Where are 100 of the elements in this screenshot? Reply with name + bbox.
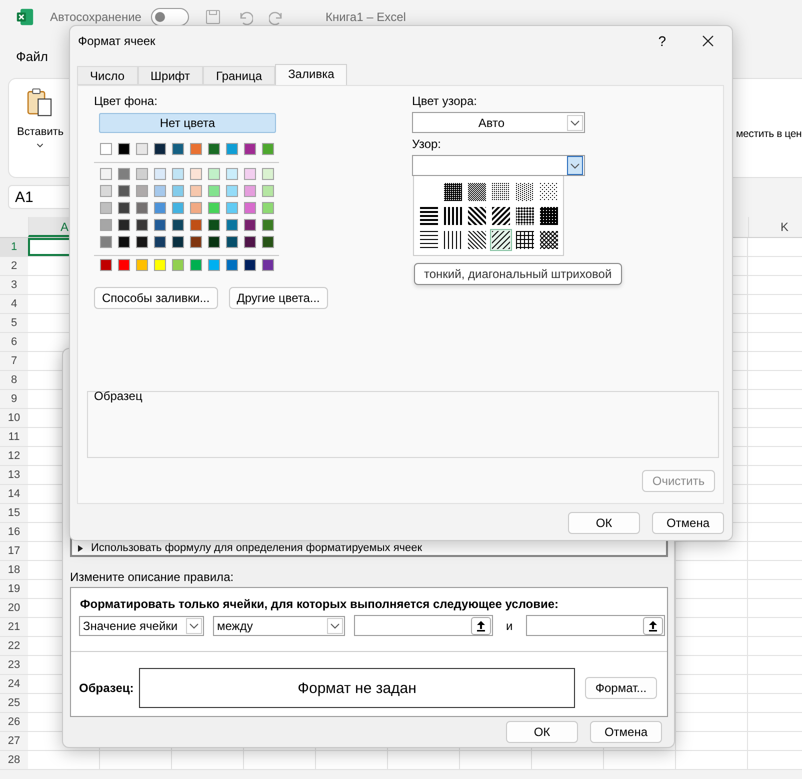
color-swatch[interactable] [154, 168, 166, 180]
no-color-button[interactable]: Нет цвета [99, 113, 276, 133]
color-swatch[interactable] [118, 202, 130, 214]
row-number[interactable]: 25 [0, 694, 28, 712]
color-swatch[interactable] [136, 185, 148, 197]
color-swatch[interactable] [208, 202, 220, 214]
row-number[interactable]: 28 [0, 751, 28, 769]
color-swatch[interactable] [262, 219, 274, 231]
color-swatch[interactable] [172, 219, 184, 231]
pattern-option[interactable] [514, 205, 536, 227]
tab[interactable]: Граница [203, 66, 276, 85]
row-number[interactable]: 8 [0, 371, 28, 389]
tab[interactable]: Шрифт [138, 66, 203, 85]
row-number[interactable]: 18 [0, 561, 28, 579]
color-swatch[interactable] [100, 168, 112, 180]
value-field[interactable] [526, 615, 665, 636]
dialog-button[interactable]: ОК [568, 512, 640, 534]
color-swatch[interactable] [190, 219, 202, 231]
paste-button[interactable]: Вставить [9, 79, 68, 148]
color-swatch[interactable] [100, 202, 112, 214]
color-swatch[interactable] [244, 236, 256, 248]
color-swatch[interactable] [136, 143, 148, 155]
dialog-button[interactable]: ОК [506, 721, 578, 743]
color-swatch[interactable] [100, 236, 112, 248]
row-number[interactable]: 26 [0, 713, 28, 731]
row-number[interactable]: 2 [0, 257, 28, 275]
row-number[interactable]: 13 [0, 466, 28, 484]
menu-tab[interactable]: Файл [16, 48, 48, 64]
row-number[interactable]: 16 [0, 523, 28, 541]
row-number[interactable]: 22 [0, 637, 28, 655]
pattern-option[interactable] [442, 181, 464, 203]
color-swatch[interactable] [208, 236, 220, 248]
row-number[interactable]: 10 [0, 409, 28, 427]
color-swatch[interactable] [172, 185, 184, 197]
pattern-option[interactable] [538, 205, 560, 227]
autosave-toggle[interactable] [151, 8, 190, 26]
row-number[interactable]: 17 [0, 542, 28, 560]
color-swatch[interactable] [136, 168, 148, 180]
operator-dropdown[interactable]: между [213, 616, 345, 636]
color-swatch[interactable] [226, 219, 238, 231]
color-swatch[interactable] [100, 219, 112, 231]
color-swatch[interactable] [244, 202, 256, 214]
color-swatch[interactable] [244, 259, 256, 271]
color-swatch[interactable] [154, 202, 166, 214]
color-swatch[interactable] [208, 143, 220, 155]
pattern-option[interactable] [490, 205, 512, 227]
color-swatch[interactable] [262, 236, 274, 248]
color-swatch[interactable] [154, 259, 166, 271]
pattern-option[interactable] [466, 205, 488, 227]
color-swatch[interactable] [190, 236, 202, 248]
pattern-option[interactable] [514, 229, 536, 251]
merge-center-label[interactable]: местить в цен [736, 128, 802, 140]
condition-dropdown[interactable]: Значение ячейки [79, 616, 204, 636]
color-swatch[interactable] [226, 168, 238, 180]
color-swatch[interactable] [226, 202, 238, 214]
color-swatch[interactable] [118, 143, 130, 155]
color-swatch[interactable] [172, 259, 184, 271]
color-swatch[interactable] [208, 259, 220, 271]
color-swatch[interactable] [154, 236, 166, 248]
pattern-dropdown[interactable] [412, 155, 585, 176]
color-swatch[interactable] [244, 219, 256, 231]
color-swatch[interactable] [208, 219, 220, 231]
color-swatch[interactable] [262, 202, 274, 214]
pattern-option[interactable] [490, 229, 512, 251]
row-number[interactable]: 23 [0, 656, 28, 674]
range-select-button[interactable] [642, 616, 663, 634]
color-swatch[interactable] [190, 185, 202, 197]
color-swatch[interactable] [208, 185, 220, 197]
pattern-option[interactable] [466, 181, 488, 203]
row-number[interactable]: 21 [0, 618, 28, 636]
color-swatch[interactable] [154, 219, 166, 231]
color-swatch[interactable] [118, 236, 130, 248]
row-number[interactable]: 3 [0, 276, 28, 294]
range-select-button[interactable] [471, 616, 491, 634]
color-swatch[interactable] [244, 168, 256, 180]
row-number[interactable]: 11 [0, 428, 28, 446]
tab[interactable]: Число [77, 66, 138, 85]
color-swatch[interactable] [190, 259, 202, 271]
color-swatch[interactable] [100, 143, 112, 155]
color-swatch[interactable] [154, 185, 166, 197]
row-number[interactable]: 6 [0, 333, 28, 351]
row-number[interactable]: 27 [0, 732, 28, 750]
color-swatch[interactable] [172, 236, 184, 248]
color-swatch[interactable] [244, 185, 256, 197]
color-swatch[interactable] [136, 202, 148, 214]
row-number[interactable]: 19 [0, 580, 28, 598]
color-swatch[interactable] [136, 259, 148, 271]
column-header[interactable]: K [748, 217, 802, 237]
color-swatch[interactable] [118, 259, 130, 271]
color-swatch[interactable] [226, 259, 238, 271]
color-swatch[interactable] [226, 185, 238, 197]
color-swatch[interactable] [190, 168, 202, 180]
row-number[interactable]: 15 [0, 504, 28, 522]
pattern-option[interactable] [538, 229, 560, 251]
dialog-button[interactable]: Отмена [652, 512, 724, 534]
color-swatch[interactable] [136, 236, 148, 248]
color-swatch[interactable] [118, 185, 130, 197]
dialog-button[interactable]: Другие цвета... [228, 287, 328, 309]
color-swatch[interactable] [226, 143, 238, 155]
row-number[interactable]: 9 [0, 390, 28, 408]
